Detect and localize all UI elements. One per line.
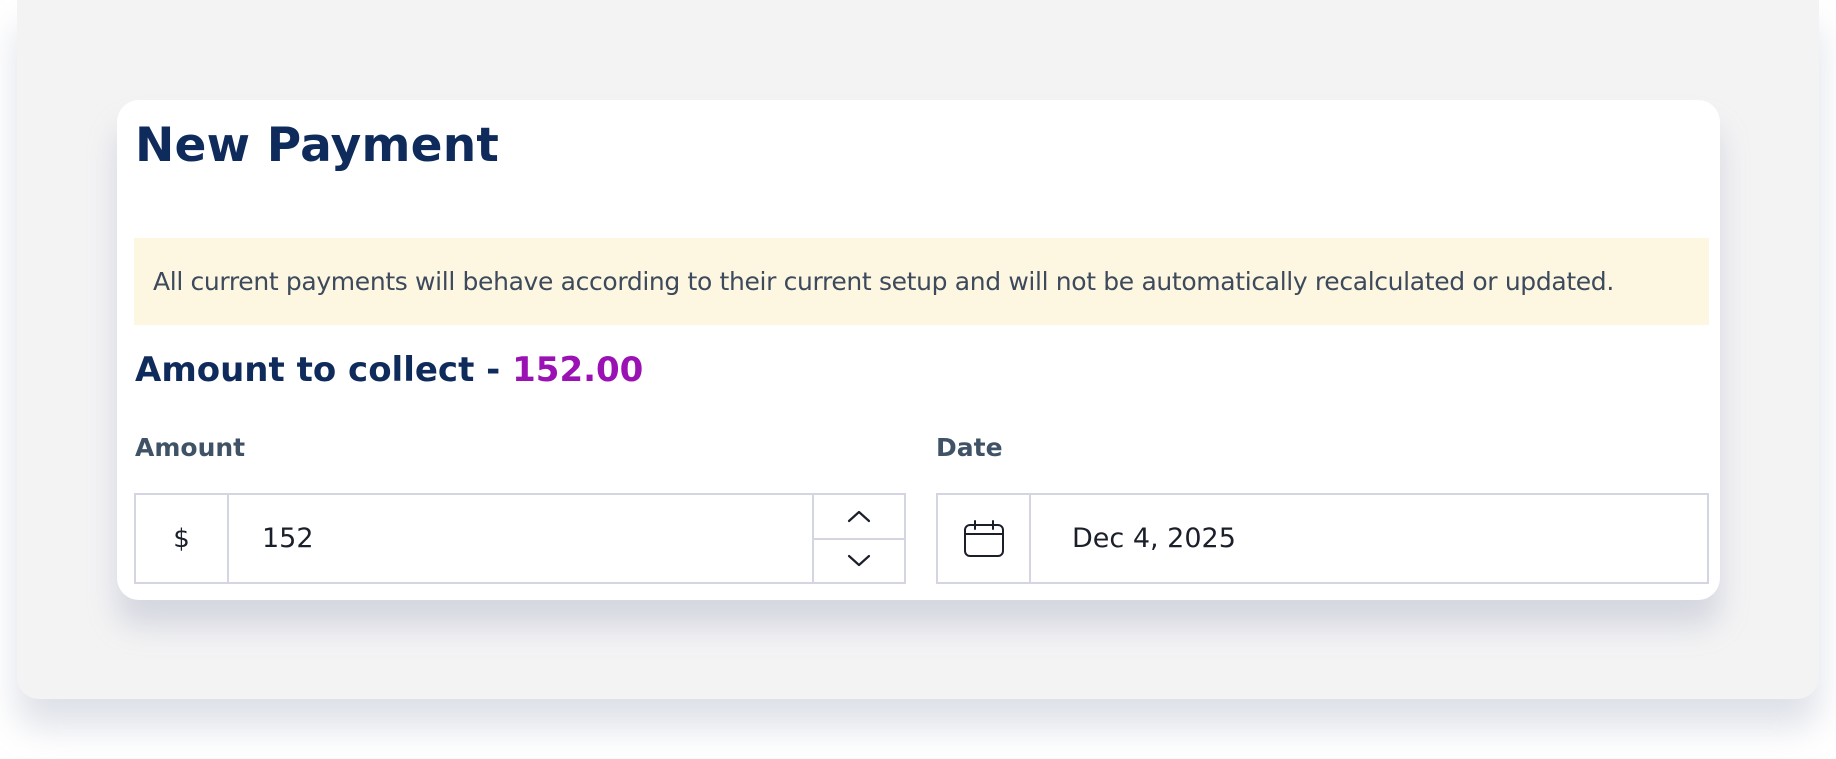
calendar-icon [963, 519, 1004, 557]
amount-label: Amount [135, 433, 246, 462]
amount-to-collect-heading: Amount to collect - 152.00 [135, 350, 643, 390]
collect-label: Amount to collect - [135, 350, 513, 390]
chevron-up-icon [847, 511, 871, 523]
chevron-down-icon [847, 554, 871, 566]
decrement-button[interactable] [814, 540, 904, 583]
date-input[interactable] [1031, 495, 1707, 582]
info-notice: All current payments will behave accordi… [134, 238, 1709, 325]
collect-amount: 152.00 [512, 350, 644, 390]
new-payment-dialog: New Payment All current payments will be… [117, 100, 1720, 600]
amount-stepper [812, 495, 904, 582]
currency-prefix: $ [136, 495, 229, 582]
calendar-button[interactable] [938, 495, 1031, 582]
increment-button[interactable] [814, 495, 904, 540]
amount-input[interactable] [229, 495, 812, 582]
date-input-group [936, 493, 1709, 584]
notice-text: All current payments will behave accordi… [153, 267, 1614, 296]
date-label: Date [936, 433, 1003, 462]
amount-input-group: $ [134, 493, 906, 584]
dialog-title: New Payment [135, 118, 500, 173]
